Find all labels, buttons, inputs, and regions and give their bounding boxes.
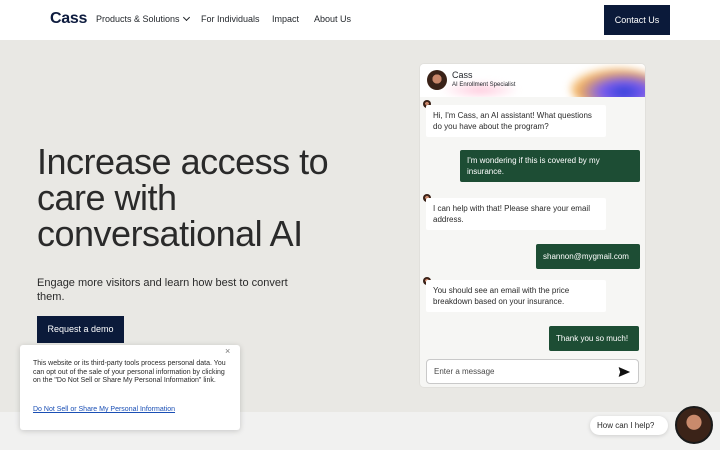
chat-launcher-avatar[interactable] xyxy=(675,406,713,444)
chat-message-user: shannon@mygmail.com xyxy=(536,244,640,269)
nav-about-us[interactable]: About Us xyxy=(314,14,351,24)
hero-title: Increase access to care with conversatio… xyxy=(37,141,329,254)
chat-message-user: I'm wondering if this is covered by my i… xyxy=(460,150,640,182)
chat-message-bot: I can help with that! Please share your … xyxy=(426,198,606,230)
agent-avatar xyxy=(427,70,447,90)
nav-for-individuals[interactable]: For Individuals xyxy=(201,14,260,24)
chevron-down-icon xyxy=(182,13,190,22)
message-input[interactable]: Enter a message xyxy=(426,359,639,384)
top-nav: Cass Products & Solutions For Individual… xyxy=(0,0,720,40)
send-icon[interactable] xyxy=(618,366,630,378)
nav-label: Products & Solutions xyxy=(96,14,180,24)
agent-name: Cass xyxy=(452,70,473,80)
contact-us-button[interactable]: Contact Us xyxy=(604,5,670,35)
nav-impact[interactable]: Impact xyxy=(272,14,299,24)
do-not-sell-link[interactable]: Do Not Sell or Share My Personal Informa… xyxy=(33,406,175,413)
chat-message-bot: Hi, I'm Cass, an AI assistant! What ques… xyxy=(426,105,606,137)
chat-widget: Cass AI Enrollment Specialist Hi, I'm Ca… xyxy=(420,64,645,387)
chat-header: Cass AI Enrollment Specialist xyxy=(420,64,645,97)
help-bubble[interactable]: How can I help? xyxy=(590,416,668,435)
chat-message-bot: You should see an email with the price b… xyxy=(426,280,606,312)
hero-subtitle: Engage more visitors and learn how best … xyxy=(37,277,288,303)
request-demo-button[interactable]: Request a demo xyxy=(37,316,124,343)
agent-role: AI Enrollment Specialist xyxy=(452,82,516,88)
nav-products-solutions[interactable]: Products & Solutions xyxy=(96,13,190,24)
cookie-banner: × This website or its third-party tools … xyxy=(20,345,240,430)
cookie-notice-text: This website or its third-party tools pr… xyxy=(33,360,226,384)
close-icon[interactable]: × xyxy=(225,346,230,356)
message-input-placeholder: Enter a message xyxy=(434,367,495,376)
chat-message-user: Thank you so much! xyxy=(549,326,639,351)
logo[interactable]: Cass xyxy=(50,10,87,28)
